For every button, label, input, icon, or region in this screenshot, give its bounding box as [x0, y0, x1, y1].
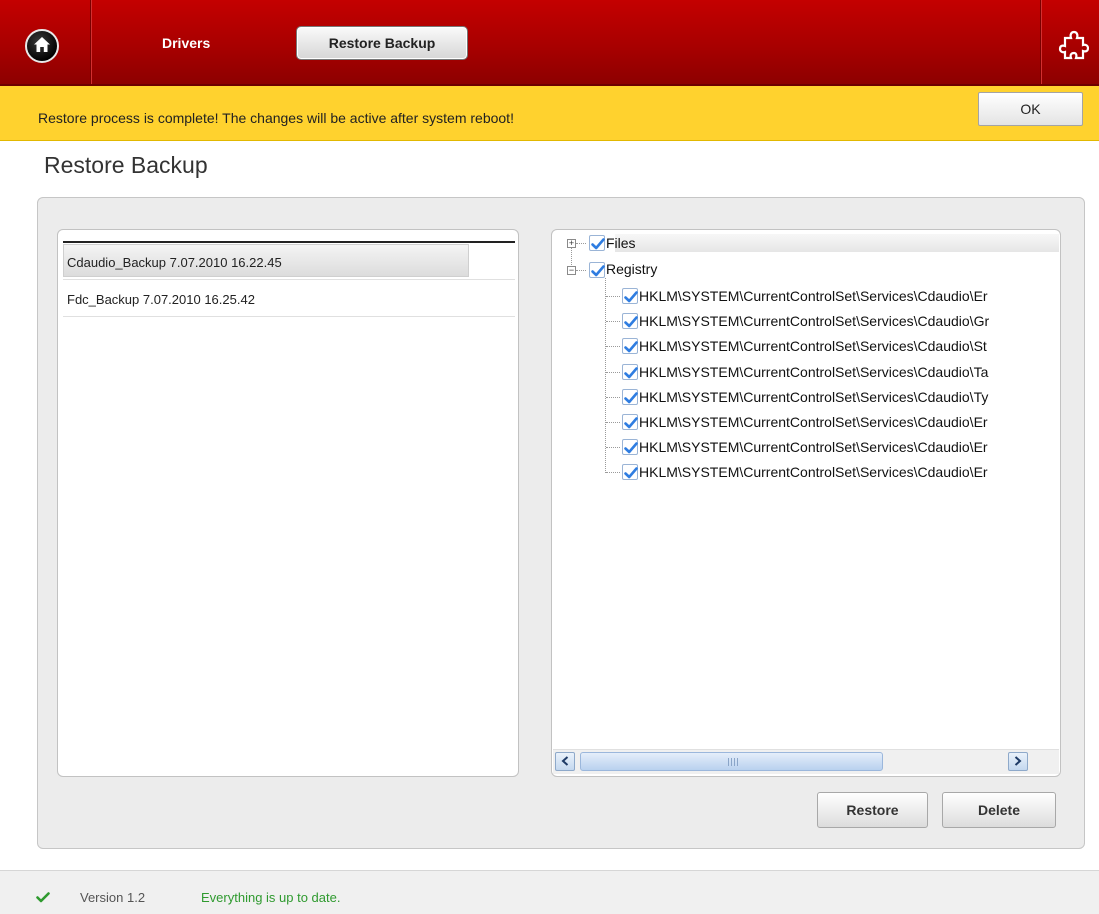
tree-node-registry-key[interactable]: HKLM\SYSTEM\CurrentControlSet\Services\C… — [552, 411, 1058, 433]
tree-node-registry-key[interactable]: HKLM\SYSTEM\CurrentControlSet\Services\C… — [552, 386, 1058, 408]
tree-node-label: HKLM\SYSTEM\CurrentControlSet\Services\C… — [639, 414, 988, 430]
page-title: Restore Backup — [44, 152, 208, 178]
list-item-backup-1[interactable]: Cdaudio_Backup 7.07.2010 16.22.45 — [63, 243, 515, 280]
files-checkbox[interactable] — [589, 235, 605, 251]
registry-key-checkbox[interactable] — [622, 288, 638, 304]
tree-node-label: Registry — [606, 261, 658, 277]
expand-plus-icon[interactable]: + — [567, 239, 576, 248]
tree-node-registry-key[interactable]: HKLM\SYSTEM\CurrentControlSet\Services\C… — [552, 361, 1058, 383]
tree-node-label: HKLM\SYSTEM\CurrentControlSet\Services\C… — [639, 363, 989, 380]
list-item-backup-2[interactable]: Fdc_Backup 7.07.2010 16.25.42 — [63, 280, 515, 317]
tree-node-registry-key[interactable]: HKLM\SYSTEM\CurrentControlSet\Services\C… — [552, 335, 1058, 357]
plugin-cell — [1040, 0, 1099, 84]
puzzle-icon[interactable] — [1057, 28, 1090, 67]
list-item-label: Fdc_Backup 7.07.2010 16.25.42 — [67, 292, 255, 307]
tree-node-label: HKLM\SYSTEM\CurrentControlSet\Services\C… — [639, 439, 988, 456]
status-message: Everything is up to date. — [201, 890, 341, 905]
list-item-label: Cdaudio_Backup 7.07.2010 16.22.45 — [67, 255, 282, 270]
top-navigation-bar: Drivers Restore Backup — [0, 0, 1099, 86]
backup-list[interactable]: Cdaudio_Backup 7.07.2010 16.22.45 Fdc_Ba… — [57, 229, 519, 777]
status-bar: Version 1.2 Everything is up to date. — [0, 870, 1099, 914]
restore-button[interactable]: Restore — [817, 792, 928, 828]
registry-key-checkbox[interactable] — [622, 439, 638, 456]
arrow-left-icon — [561, 754, 569, 769]
checkmark-icon — [36, 891, 50, 906]
nav-tab-restore-backup[interactable]: Restore Backup — [296, 26, 468, 60]
tree-node-registry-key[interactable]: HKLM\SYSTEM\CurrentControlSet\Services\C… — [552, 461, 1058, 483]
tree-node-label: HKLM\SYSTEM\CurrentControlSet\Services\C… — [639, 313, 990, 330]
backup-contents-tree[interactable]: + Files − Registry HKLM\SYSTEM\CurrentCo… — [551, 229, 1061, 777]
scroll-right-button[interactable] — [1008, 752, 1028, 771]
tree-node-registry-key[interactable]: HKLM\SYSTEM\CurrentControlSet\Services\C… — [552, 436, 1058, 458]
ok-button[interactable]: OK — [978, 92, 1083, 126]
registry-key-checkbox[interactable] — [622, 414, 638, 430]
tree-node-label: HKLM\SYSTEM\CurrentControlSet\Services\C… — [639, 464, 988, 481]
registry-key-checkbox[interactable] — [622, 464, 638, 481]
tree-node-registry[interactable]: − Registry — [552, 258, 1058, 280]
arrow-right-icon — [1014, 754, 1022, 769]
horizontal-scrollbar[interactable] — [553, 749, 1059, 774]
collapse-minus-icon[interactable]: − — [567, 266, 576, 275]
registry-key-checkbox[interactable] — [622, 363, 638, 380]
tree-node-label: Files — [606, 235, 636, 251]
scroll-grip — [728, 758, 738, 766]
registry-key-checkbox[interactable] — [622, 313, 638, 330]
notification-bar: Restore process is complete! The changes… — [0, 86, 1099, 141]
scroll-thumb[interactable] — [580, 752, 883, 771]
registry-key-checkbox[interactable] — [622, 338, 638, 355]
scroll-left-button[interactable] — [555, 752, 575, 771]
home-button[interactable] — [25, 29, 59, 63]
tree-node-label: HKLM\SYSTEM\CurrentControlSet\Services\C… — [639, 338, 987, 355]
tree-node-files[interactable]: + Files — [552, 232, 1058, 254]
notification-message: Restore process is complete! The changes… — [38, 110, 514, 126]
tree-node-label: HKLM\SYSTEM\CurrentControlSet\Services\C… — [639, 288, 988, 304]
version-label: Version 1.2 — [80, 890, 146, 905]
registry-key-checkbox[interactable] — [622, 388, 638, 405]
home-cell — [0, 0, 91, 84]
tree-node-registry-key[interactable]: HKLM\SYSTEM\CurrentControlSet\Services\C… — [552, 285, 1058, 307]
nav-tab-drivers[interactable]: Drivers — [162, 35, 210, 51]
delete-button[interactable]: Delete — [942, 792, 1056, 828]
home-icon — [33, 36, 51, 56]
tree-node-registry-key[interactable]: HKLM\SYSTEM\CurrentControlSet\Services\C… — [552, 310, 1058, 332]
registry-checkbox[interactable] — [589, 262, 605, 278]
tree-node-label: HKLM\SYSTEM\CurrentControlSet\Services\C… — [639, 388, 989, 405]
